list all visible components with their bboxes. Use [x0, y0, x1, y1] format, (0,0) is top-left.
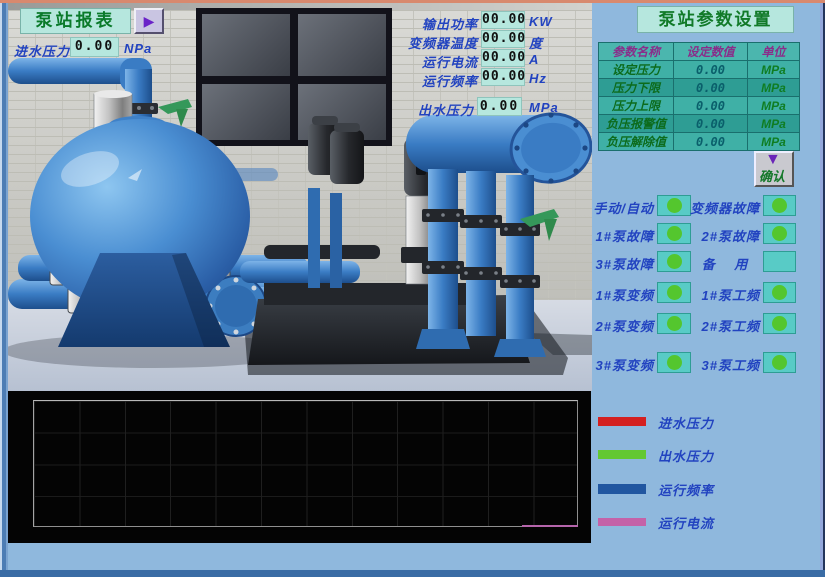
indicator-label-pump1-vfd: 1#泵变频 [592, 285, 654, 304]
outlet-pressure-value: 0.00 [477, 97, 522, 116]
indicator-label-pump3-vfd: 3#泵变频 [592, 355, 654, 374]
trend-chart [8, 391, 591, 543]
lamp-pump3-vfd [657, 352, 691, 373]
inlet-pressure-value: 0.00 [70, 37, 119, 57]
play-icon[interactable]: ▶ [134, 8, 164, 34]
settings-table: 参数名称 设定数值 单位 设定压力 0.00 MPa 压力下限 0.00 MPa… [598, 42, 800, 151]
indicator-label-spare: 备 用 [690, 254, 760, 273]
indicator-label-pump2-mains: 2#泵工频 [690, 316, 760, 335]
col-header-unit: 单位 [748, 43, 800, 61]
green-lamp-icon [772, 355, 787, 370]
right-edge [820, 3, 825, 570]
indicator-label-pump2-vfd: 2#泵变频 [592, 316, 654, 335]
param-name: 设定压力 [599, 61, 674, 79]
green-lamp-icon [772, 226, 787, 241]
param-name: 压力下限 [599, 79, 674, 97]
run-current-unit: A [529, 52, 539, 67]
lamp-pump3-mains [763, 352, 796, 373]
legend-label-frequency: 运行频率 [658, 480, 714, 499]
trend-plot-area [33, 400, 578, 527]
output-power-unit: KW [529, 14, 553, 29]
table-row: 压力上限 0.00 MPa [599, 97, 800, 115]
indicator-label-pump3-mains: 3#泵工频 [690, 355, 760, 374]
legend-swatch-inlet [598, 417, 646, 426]
table-row: 负压解除值 0.00 MPa [599, 133, 800, 151]
green-lamp-icon [667, 226, 682, 241]
indicator-label-pump3-fault: 3#泵故障 [592, 254, 654, 273]
outlet-pressure-unit: MPa [529, 100, 559, 115]
output-power-label: 输出功率 [389, 14, 478, 33]
lamp-spare-empty [763, 251, 796, 272]
legend-swatch-frequency [598, 484, 646, 494]
run-frequency-unit: Hz [529, 71, 547, 86]
settings-header-row: 参数名称 设定数值 单位 [599, 43, 800, 61]
param-value[interactable]: 0.00 [674, 61, 748, 79]
green-lamp-icon [667, 355, 682, 370]
lamp-pump1-mains [763, 282, 796, 303]
lamp-pump2-vfd [657, 313, 691, 334]
confirm-button[interactable]: ▼ 确认 [754, 151, 794, 187]
indicator-label-pump1-fault: 1#泵故障 [592, 226, 654, 245]
legend-swatch-outlet [598, 450, 646, 459]
param-name: 负压解除值 [599, 133, 674, 151]
legend-label-outlet: 出水压力 [658, 446, 714, 465]
legend-swatch-current [598, 518, 646, 526]
col-header-value: 设定数值 [674, 43, 748, 61]
run-frequency-label: 运行频率 [389, 71, 478, 90]
legend-label-current: 运行电流 [658, 513, 714, 532]
lamp-inverter-fault [763, 195, 796, 216]
indicator-label-pump1-mains: 1#泵工频 [690, 285, 760, 304]
inlet-pressure-unit: NPa [124, 41, 152, 56]
param-unit: MPa [748, 61, 800, 79]
legend-label-inlet: 进水压力 [658, 413, 714, 432]
confirm-label: 确认 [759, 166, 785, 185]
param-unit: MPa [748, 133, 800, 151]
param-unit: MPa [748, 79, 800, 97]
lamp-pump1-vfd [657, 282, 691, 303]
param-value[interactable]: 0.00 [674, 133, 748, 151]
param-name: 负压报警值 [599, 115, 674, 133]
inlet-pressure-label: 进水压力 [14, 41, 70, 60]
table-row: 负压报警值 0.00 MPa [599, 115, 800, 133]
outlet-pressure-label: 出水压力 [389, 100, 474, 119]
lamp-pump3-fault [657, 251, 691, 272]
param-value[interactable]: 0.00 [674, 79, 748, 97]
green-lamp-icon [772, 316, 787, 331]
inverter-temp-value: 00.00 [481, 30, 525, 48]
lamp-manual-auto [657, 195, 691, 216]
param-value[interactable]: 0.00 [674, 115, 748, 133]
table-row: 设定压力 0.00 MPa [599, 61, 800, 79]
current-trace-line [522, 525, 578, 527]
green-lamp-icon [667, 254, 682, 269]
indicator-label-pump2-fault: 2#泵故障 [690, 226, 760, 245]
run-current-label: 运行电流 [389, 52, 478, 71]
inverter-temp-unit: 度 [529, 33, 543, 52]
green-lamp-icon [667, 285, 682, 300]
col-header-name: 参数名称 [599, 43, 674, 61]
green-lamp-icon [667, 316, 682, 331]
output-power-value: 00.00 [481, 11, 525, 29]
indicator-label-inverter-fault: 变频器故障 [690, 198, 760, 217]
table-row: 压力下限 0.00 MPa [599, 79, 800, 97]
indicator-label-manual-auto: 手动/自动 [592, 198, 654, 217]
lamp-pump1-fault [657, 223, 691, 244]
left-edge [0, 3, 8, 570]
bottom-edge-line [0, 570, 825, 577]
settings-panel-title: 泵站参数设置 [637, 6, 794, 33]
param-unit: MPa [748, 115, 800, 133]
green-lamp-icon [667, 198, 682, 213]
param-unit: MPa [748, 97, 800, 115]
run-frequency-value: 00.00 [481, 68, 525, 86]
param-name: 压力上限 [599, 97, 674, 115]
lamp-pump2-mains [763, 313, 796, 334]
param-value[interactable]: 0.00 [674, 97, 748, 115]
lamp-pump2-fault [763, 223, 796, 244]
green-lamp-icon [772, 198, 787, 213]
report-button[interactable]: 泵站报表 [20, 8, 131, 34]
inverter-temp-label: 变频器温度 [389, 33, 478, 52]
run-current-value: 00.00 [481, 49, 525, 67]
green-lamp-icon [772, 285, 787, 300]
pump-station-hmi: 泵站报表 ▶ 进水压力 0.00 NPa 输出功率 00.00 KW 变频器温度… [0, 0, 825, 577]
